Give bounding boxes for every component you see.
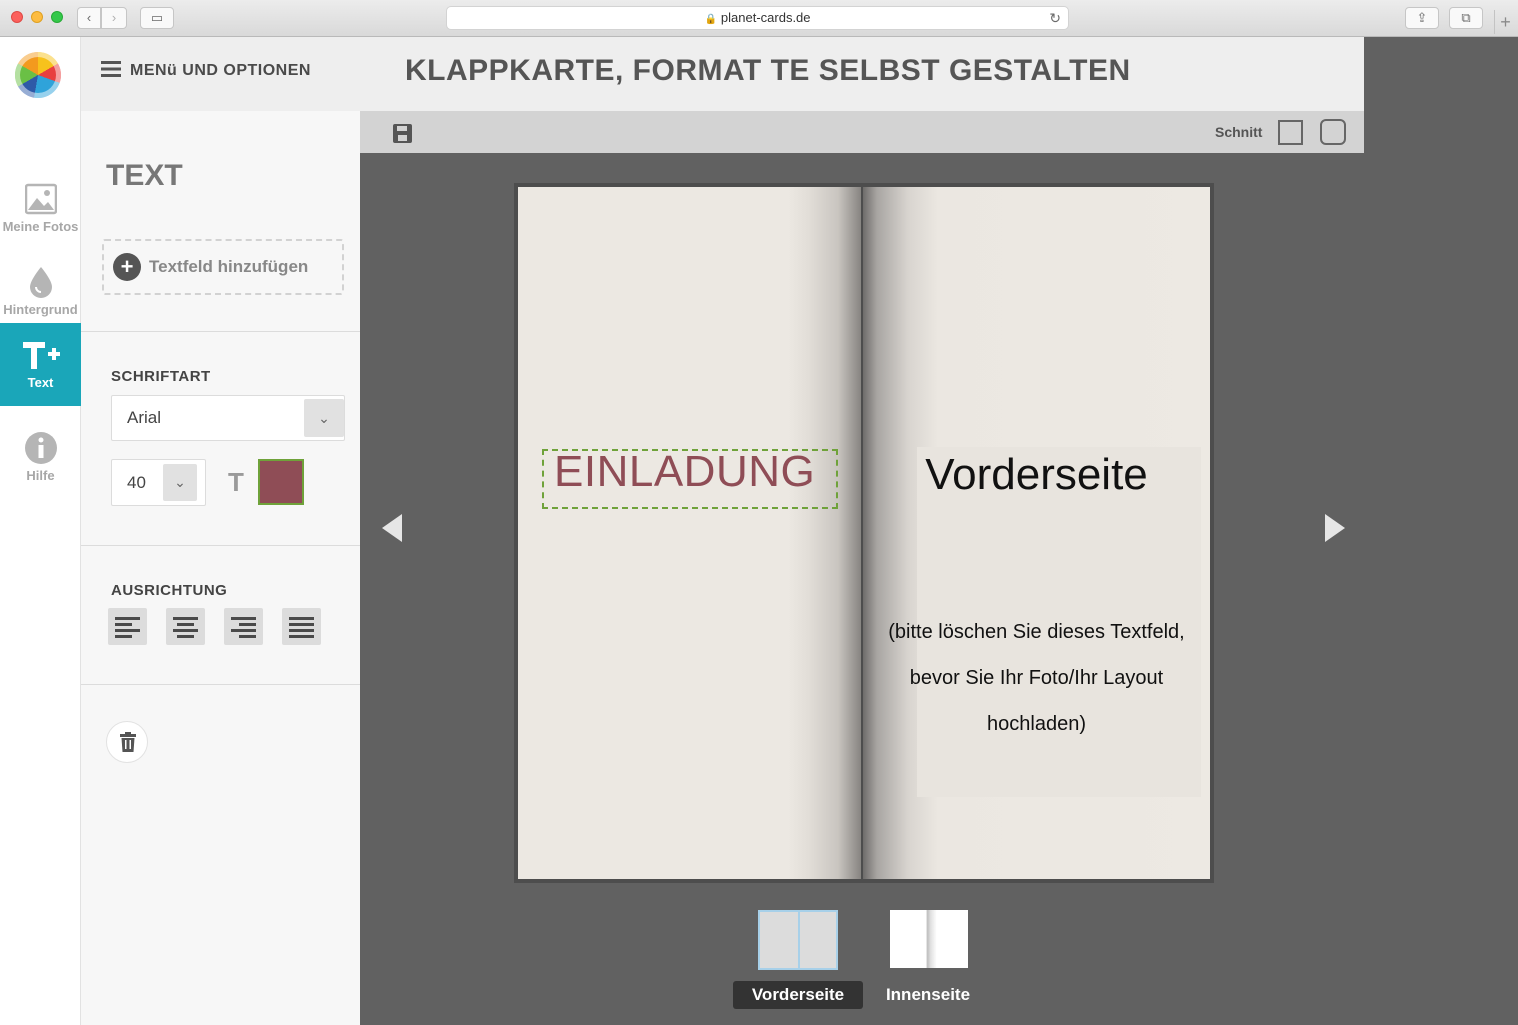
rail-item-background[interactable]: Hintergrund bbox=[0, 250, 81, 333]
card-spread: EINLADUNG Vorderseite (bitte löschen Sie… bbox=[514, 183, 1214, 883]
tab-inner-page[interactable]: Innenseite bbox=[870, 981, 986, 1009]
tab-overview-button[interactable]: ⧉ bbox=[1449, 7, 1483, 29]
font-section-label: SCHRIFTART bbox=[111, 368, 211, 385]
page-title: KLAPPKARTE, FORMAT TE SELBST GESTALTEN bbox=[405, 54, 1131, 87]
chevron-right-icon: › bbox=[111, 10, 117, 25]
divider bbox=[81, 684, 360, 685]
save-icon[interactable] bbox=[393, 124, 412, 143]
align-right-button[interactable] bbox=[224, 608, 263, 645]
chevron-down-icon: ⌄ bbox=[163, 464, 197, 501]
sidebar-icon: ▭ bbox=[150, 10, 164, 25]
planet-cards-logo[interactable] bbox=[15, 52, 61, 98]
cut-label: Schnitt bbox=[1215, 124, 1263, 140]
editor-toolbar: Schnitt bbox=[360, 111, 1364, 153]
font-family-select[interactable]: Arial ⌄ bbox=[111, 395, 345, 441]
close-window-button[interactable] bbox=[11, 11, 23, 23]
minimize-window-button[interactable] bbox=[31, 11, 43, 23]
zoom-window-button[interactable] bbox=[51, 11, 63, 23]
rail-item-label: Hintergrund bbox=[3, 302, 78, 317]
front-title-text: Vorderseite bbox=[925, 450, 1148, 499]
address-bar[interactable]: 🔒 planet-cards.de ↻ bbox=[446, 6, 1069, 30]
delete-button[interactable] bbox=[106, 721, 148, 763]
card-page-left[interactable]: EINLADUNG bbox=[518, 187, 861, 879]
font-size-select[interactable]: 40 ⌄ bbox=[111, 459, 206, 506]
rail-item-label: Meine Fotos bbox=[2, 219, 79, 234]
front-page-thumbnail[interactable] bbox=[758, 910, 838, 970]
previous-page-arrow-icon[interactable] bbox=[382, 514, 402, 542]
hint-line: (bitte löschen Sie dieses Textfeld, bbox=[888, 621, 1185, 643]
card-page-right[interactable]: Vorderseite (bitte löschen Sie dieses Te… bbox=[863, 187, 1210, 879]
tab-front-page[interactable]: Vorderseite bbox=[733, 981, 863, 1009]
forward-button[interactable]: › bbox=[101, 7, 127, 29]
plus-icon: + bbox=[1500, 12, 1511, 32]
rail-item-label: Text bbox=[27, 375, 54, 390]
panel-title: TEXT bbox=[106, 159, 183, 192]
align-left-button[interactable] bbox=[108, 608, 147, 645]
browser-toolbar: ‹ › ▭ 🔒 planet-cards.de ↻ ⇪ ⧉ + bbox=[0, 0, 1518, 37]
rail-item-photos[interactable]: Meine Fotos bbox=[0, 167, 81, 250]
menu-button[interactable]: MENü UND OPTIONEN bbox=[101, 61, 311, 80]
text-color-icon: T bbox=[228, 467, 244, 497]
share-icon: ⇪ bbox=[1416, 10, 1428, 25]
reload-icon[interactable]: ↻ bbox=[1049, 7, 1061, 29]
lock-icon: 🔒 bbox=[704, 14, 717, 25]
plus-circle-icon: + bbox=[113, 253, 141, 281]
rail-item-label: Hilfe bbox=[26, 468, 55, 483]
info-icon bbox=[24, 432, 57, 464]
alignment-section-label: AUSRICHTUNG bbox=[111, 582, 228, 599]
divider bbox=[81, 331, 360, 332]
align-center-button[interactable] bbox=[166, 608, 205, 645]
app-header: MENü UND OPTIONEN KLAPPKARTE, FORMAT TE … bbox=[81, 37, 1364, 111]
hamburger-icon bbox=[101, 61, 121, 78]
divider bbox=[81, 545, 360, 546]
image-icon bbox=[24, 183, 57, 215]
chevron-left-icon: ‹ bbox=[86, 10, 92, 25]
next-page-arrow-icon[interactable] bbox=[1325, 514, 1345, 542]
text-plus-icon bbox=[22, 342, 60, 369]
add-textfield-label: Textfeld hinzufügen bbox=[149, 257, 309, 276]
url-text: planet-cards.de bbox=[720, 10, 811, 25]
rail-item-text[interactable]: Text bbox=[0, 323, 87, 406]
text-panel: TEXT + Textfeld hinzufügen SCHRIFTART Ar… bbox=[81, 111, 360, 1025]
tabs-icon: ⧉ bbox=[1461, 10, 1471, 25]
hint-line: bevor Sie Ihr Foto/Ihr Layout bbox=[909, 667, 1164, 689]
invitation-text[interactable]: EINLADUNG bbox=[554, 447, 815, 497]
font-size-value: 40 bbox=[127, 473, 146, 492]
menu-label: MENü UND OPTIONEN bbox=[130, 62, 311, 79]
align-justify-button[interactable] bbox=[282, 608, 321, 645]
square-corner-button[interactable] bbox=[1278, 120, 1303, 145]
share-button[interactable]: ⇪ bbox=[1405, 7, 1439, 29]
trash-icon bbox=[120, 732, 136, 752]
chevron-down-icon: ⌄ bbox=[304, 399, 344, 437]
add-textfield-button[interactable]: + Textfeld hinzufügen bbox=[102, 239, 344, 295]
hint-line: hochladen) bbox=[987, 713, 1086, 735]
sidebar-toggle-button[interactable]: ▭ bbox=[140, 7, 174, 29]
rail-item-help[interactable]: Hilfe bbox=[0, 416, 81, 499]
inner-page-thumbnail[interactable] bbox=[890, 910, 968, 968]
hint-text: (bitte löschen Sie dieses Textfeld, bevo… bbox=[863, 609, 1210, 747]
drop-icon bbox=[29, 267, 52, 298]
tool-rail: Meine Fotos Hintergrund Text Hilfe bbox=[0, 37, 87, 1025]
text-color-swatch[interactable] bbox=[258, 459, 304, 505]
back-button[interactable]: ‹ bbox=[77, 7, 101, 29]
font-family-value: Arial bbox=[127, 408, 162, 427]
rounded-corner-button[interactable] bbox=[1320, 119, 1346, 145]
new-tab-button[interactable]: + bbox=[1494, 10, 1516, 34]
